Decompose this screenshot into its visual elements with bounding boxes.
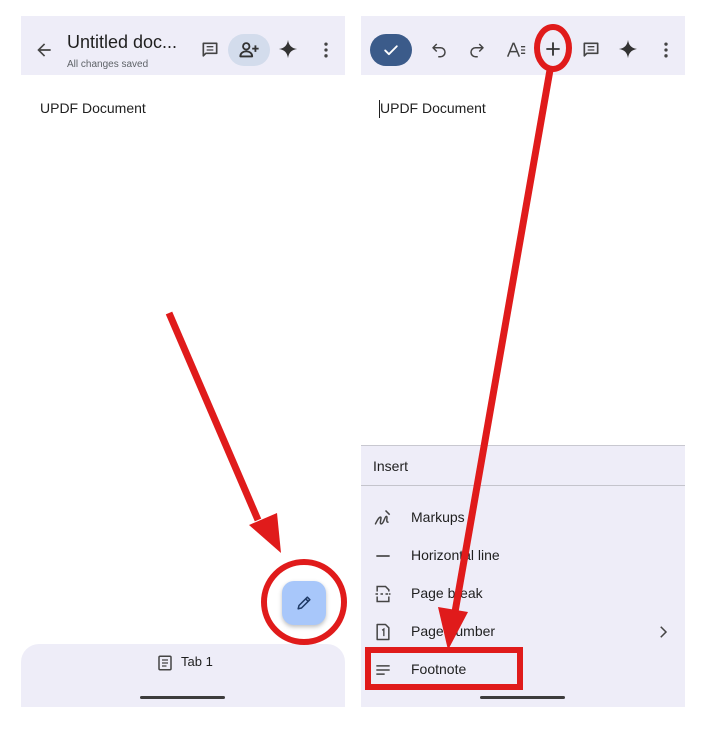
menu-item-label: Page number xyxy=(411,623,496,639)
menu-item-markups[interactable]: Markups xyxy=(361,500,685,536)
edit-pencil-icon xyxy=(292,591,316,615)
edit-toolbar xyxy=(361,16,685,75)
footnote-icon xyxy=(371,658,395,682)
edit-fab[interactable] xyxy=(282,581,326,625)
gesture-bar xyxy=(480,696,565,699)
back-arrow-icon[interactable] xyxy=(32,38,56,62)
document-icon xyxy=(154,652,176,674)
menu-item-label: Footnote xyxy=(411,661,467,677)
markup-icon xyxy=(371,506,395,530)
save-status: All changes saved xyxy=(67,59,149,70)
more-vert-icon[interactable] xyxy=(314,38,338,62)
share-button[interactable] xyxy=(228,34,270,66)
page-number-icon xyxy=(371,620,395,644)
redo-icon[interactable] xyxy=(465,38,489,62)
menu-item-label: Page break xyxy=(411,585,483,601)
insert-bottom-sheet: Insert Markups Horizontal line Page brea… xyxy=(361,445,685,707)
tab-1[interactable]: Tab 1 xyxy=(181,654,213,669)
chevron-right-icon xyxy=(651,620,675,644)
document-title[interactable]: Untitled doc... xyxy=(67,32,177,53)
share-icon xyxy=(237,38,261,62)
done-check-icon xyxy=(379,38,403,62)
gemini-sparkle-icon[interactable] xyxy=(276,37,300,61)
menu-item-label: Horizontal line xyxy=(411,547,500,563)
bottom-tab-bar: Tab 1 xyxy=(21,644,345,707)
horizontal-line-icon xyxy=(371,544,395,568)
menu-item-page-number[interactable]: Page number xyxy=(361,614,685,650)
comment-icon[interactable] xyxy=(579,38,603,62)
done-button[interactable] xyxy=(370,34,412,66)
comment-icon[interactable] xyxy=(198,38,222,62)
top-app-bar: Untitled doc... All changes saved xyxy=(21,16,345,75)
divider xyxy=(361,485,685,486)
gesture-bar xyxy=(140,696,225,699)
gemini-sparkle-icon[interactable] xyxy=(616,37,640,61)
left-screen: Untitled doc... All changes saved UPDF D… xyxy=(21,16,345,707)
page-break-icon xyxy=(371,582,395,606)
menu-item-label: Markups xyxy=(411,509,465,525)
insert-plus-icon[interactable] xyxy=(541,37,565,61)
text-format-icon[interactable] xyxy=(503,38,529,62)
undo-icon[interactable] xyxy=(427,38,451,62)
right-screen: UPDF Document Insert Markups Horizontal … xyxy=(361,16,685,707)
document-body-text[interactable]: UPDF Document xyxy=(40,100,146,116)
menu-item-page-break[interactable]: Page break xyxy=(361,576,685,612)
menu-item-horizontal-line[interactable]: Horizontal line xyxy=(361,538,685,574)
menu-item-footnote[interactable]: Footnote xyxy=(361,652,685,688)
document-body-text[interactable]: UPDF Document xyxy=(380,100,486,116)
more-vert-icon[interactable] xyxy=(654,38,678,62)
insert-menu-title: Insert xyxy=(373,458,409,474)
